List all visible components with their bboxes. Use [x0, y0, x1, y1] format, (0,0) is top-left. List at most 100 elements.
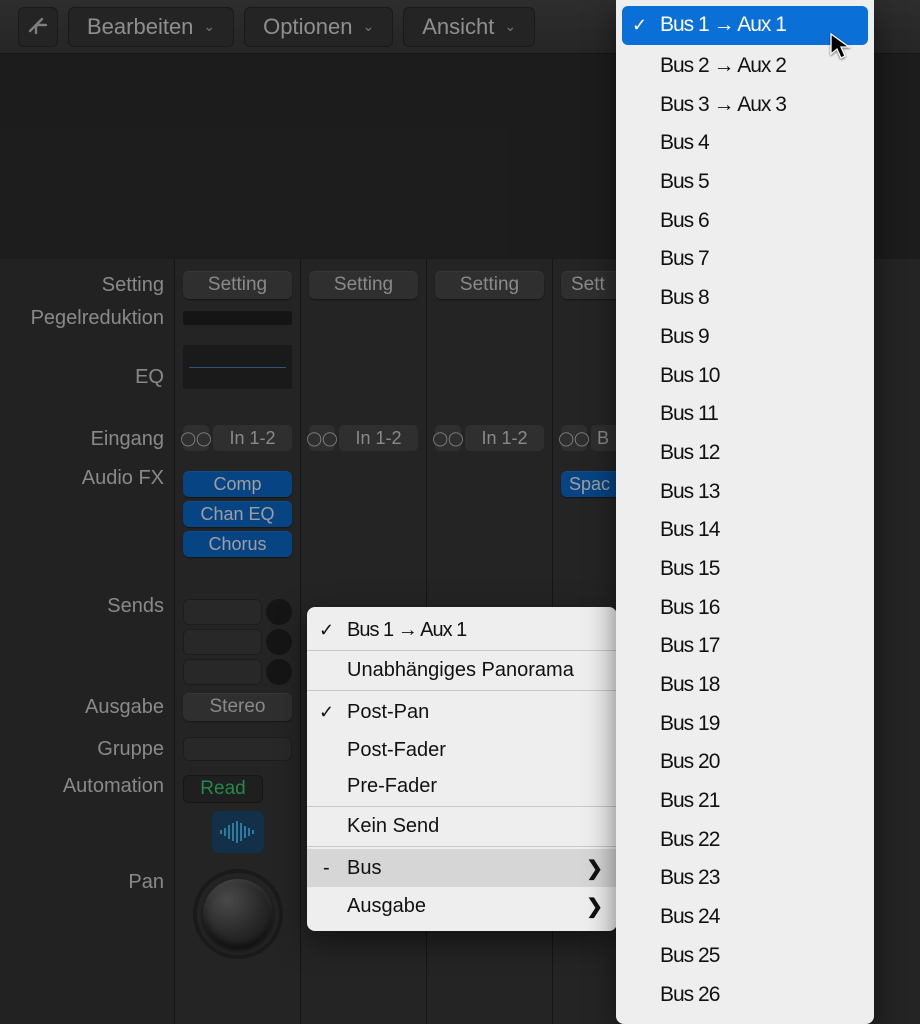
options-menu-button[interactable]: Optionen ⌄	[244, 7, 393, 47]
input-slot[interactable]: ◯◯In 1-2	[435, 425, 544, 451]
eq-thumbnail[interactable]	[183, 345, 292, 389]
menu-item-independent-pan[interactable]: Unabhängiges Panorama	[307, 653, 617, 691]
bus-item[interactable]: ✓Bus 1 → Aux 1	[622, 6, 868, 45]
fx-slot-chorus[interactable]: Chorus	[183, 531, 292, 557]
checkmark-icon: ✓	[319, 620, 334, 641]
menu-item-label: Bus 1 → Aux 1	[347, 619, 466, 642]
row-labels: Setting Pegelreduktion EQ Eingang Audio …	[0, 259, 175, 1024]
bus-item-label: Bus 6	[660, 209, 709, 233]
setting-button[interactable]: Setting	[435, 271, 544, 299]
bus-item[interactable]: Bus 13	[616, 472, 874, 511]
menu-item-label: Post-Fader	[347, 739, 446, 762]
edit-menu-button[interactable]: Bearbeiten ⌄	[68, 7, 234, 47]
group-slot[interactable]	[183, 737, 292, 761]
bus-submenu: ✓Bus 1 → Aux 1Bus 2 → Aux 2 Bus 3 → Aux 3…	[616, 0, 874, 1024]
bus-item[interactable]: Bus 17	[616, 627, 874, 666]
bus-item[interactable]: Bus 3 → Aux 3	[616, 85, 874, 124]
bus-item-label: Bus 18	[660, 673, 719, 697]
menu-item-label: Ausgabe	[347, 895, 426, 918]
bus-item-label: Bus 3 → Aux 3	[660, 93, 786, 117]
label-sends: Sends	[0, 585, 174, 685]
bus-item[interactable]: Bus 6	[616, 201, 874, 240]
bus-item-label: Bus 25	[660, 944, 719, 968]
input-slot[interactable]: ◯◯In 1-2	[309, 425, 418, 451]
bus-item-label: Bus 15	[660, 557, 719, 581]
setting-button[interactable]: Setting	[309, 271, 418, 299]
send-knob[interactable]	[266, 659, 292, 685]
bus-item[interactable]: Bus 21	[616, 782, 874, 821]
setting-button[interactable]: Setting	[183, 271, 292, 299]
menu-item-output-submenu[interactable]: Ausgabe ❯	[307, 887, 617, 925]
bus-item[interactable]: Bus 25	[616, 937, 874, 976]
menu-item-post-pan[interactable]: ✓ Post-Pan	[307, 693, 617, 731]
dash-icon: -	[323, 857, 330, 880]
bus-item-label: Bus 11	[660, 402, 718, 426]
submenu-arrow-icon: ❯	[586, 856, 603, 881]
stereo-link-icon: ◯◯	[561, 425, 587, 451]
bus-item[interactable]: Bus 12	[616, 434, 874, 473]
input-slot[interactable]: ◯◯In 1-2	[183, 425, 292, 451]
menu-item-label: Pre-Fader	[347, 775, 437, 798]
bus-item[interactable]: Bus 8	[616, 279, 874, 318]
bus-item-label: Bus 16	[660, 596, 719, 620]
stereo-link-icon: ◯◯	[309, 425, 335, 451]
send-slot[interactable]	[183, 599, 262, 625]
menu-item-no-send[interactable]: Kein Send	[307, 809, 617, 847]
options-menu-label: Optionen	[263, 14, 352, 40]
bus-item[interactable]: Bus 18	[616, 666, 874, 705]
bus-item[interactable]: Bus 23	[616, 859, 874, 898]
send-knob[interactable]	[266, 629, 292, 655]
view-menu-label: Ansicht	[422, 14, 494, 40]
send-slot[interactable]	[183, 629, 262, 655]
bus-item[interactable]: Bus 20	[616, 743, 874, 782]
fx-slot-comp[interactable]: Comp	[183, 471, 292, 497]
bus-item[interactable]: Bus 5	[616, 163, 874, 202]
send-slot[interactable]	[183, 659, 262, 685]
menu-item-bus-submenu[interactable]: - Bus ❯	[307, 849, 617, 887]
menu-item-label: Unabhängiges Panorama	[347, 659, 574, 682]
bus-item[interactable]: Bus 11	[616, 395, 874, 434]
label-audiofx: Audio FX	[0, 457, 174, 585]
bus-item-label: Bus 23	[660, 866, 719, 890]
bus-item[interactable]: Bus 16	[616, 588, 874, 627]
submenu-arrow-icon: ❯	[586, 894, 603, 919]
bus-item-label: Bus 1 → Aux 1	[660, 13, 786, 37]
bus-item[interactable]: Bus 24	[616, 898, 874, 937]
bus-item[interactable]: Bus 4	[616, 124, 874, 163]
edit-menu-label: Bearbeiten	[87, 14, 193, 40]
bus-item[interactable]: Bus 19	[616, 704, 874, 743]
fx-slot-chaneq[interactable]: Chan EQ	[183, 501, 292, 527]
input-slot[interactable]: ◯◯B	[561, 425, 622, 451]
label-pan: Pan	[0, 853, 174, 933]
bus-item[interactable]: Bus 10	[616, 356, 874, 395]
send-knob[interactable]	[266, 599, 292, 625]
bus-item[interactable]: Bus 9	[616, 318, 874, 357]
pan-knob[interactable]	[203, 879, 273, 949]
up-back-button[interactable]	[18, 7, 58, 47]
bus-item[interactable]: Bus 2 → Aux 2	[616, 47, 874, 86]
label-gainreduction: Pegelreduktion	[0, 303, 174, 333]
input-label: In 1-2	[339, 425, 418, 451]
bus-item-label: Bus 21	[660, 789, 719, 813]
setting-button[interactable]: Sett	[561, 271, 622, 299]
bus-item[interactable]: Bus 15	[616, 550, 874, 589]
view-menu-button[interactable]: Ansicht ⌄	[403, 7, 535, 47]
track-icon-button[interactable]	[212, 811, 264, 853]
bus-item-label: Bus 13	[660, 480, 719, 504]
menu-item-post-fader[interactable]: Post-Fader	[307, 731, 617, 769]
bus-item[interactable]: Bus 26	[616, 975, 874, 1014]
output-slot[interactable]: Stereo	[183, 693, 292, 721]
bus-item[interactable]: Bus 14	[616, 511, 874, 550]
bus-item[interactable]: Bus 7	[616, 240, 874, 279]
label-automation: Automation	[0, 769, 174, 853]
menu-item-current-send[interactable]: ✓ Bus 1 → Aux 1	[307, 613, 617, 651]
fx-slot-space[interactable]: Spac	[561, 471, 622, 497]
bus-item-label: Bus 9	[660, 325, 709, 349]
up-arrow-icon	[28, 17, 48, 37]
label-eq: EQ	[0, 333, 174, 399]
menu-item-pre-fader[interactable]: Pre-Fader	[307, 769, 617, 807]
bus-item[interactable]: Bus 22	[616, 820, 874, 859]
label-setting: Setting	[0, 259, 174, 303]
label-input: Eingang	[0, 399, 174, 457]
automation-mode-button[interactable]: Read	[183, 775, 263, 803]
